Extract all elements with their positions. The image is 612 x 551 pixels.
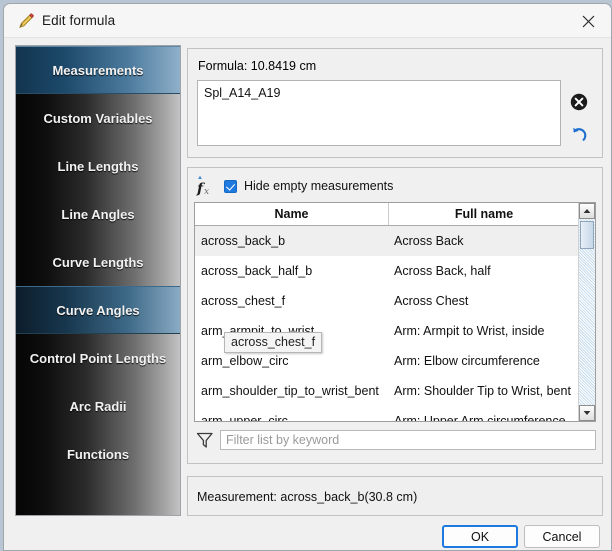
measurements-panel: f x Hide empty measurements Name Full na… (187, 167, 603, 464)
cell-name: across_back_b (201, 234, 286, 248)
fx-function-icon: f x (194, 174, 220, 198)
sidebar-item-line-lengths[interactable]: Line Lengths (16, 142, 180, 190)
table-scrollbar[interactable] (578, 203, 595, 421)
table-header: Name Full name (195, 203, 595, 226)
table-body: across_back_b Across Back across_back_ha… (195, 226, 580, 422)
cell-name: arm_shoulder_tip_to_wrist_bent (201, 384, 379, 398)
close-icon[interactable] (571, 8, 605, 34)
status-text: Measurement: across_back_b(30.8 cm) (197, 490, 418, 504)
sidebar-item-label: Arc Radii (69, 398, 127, 414)
scroll-down-arrow-icon[interactable] (579, 405, 595, 421)
clear-circle-icon[interactable] (569, 92, 589, 112)
title-bar[interactable]: Edit formula (4, 4, 611, 38)
sidebar-item-label: Control Point Lengths (29, 350, 167, 366)
funnel-filter-icon[interactable] (195, 431, 215, 449)
sidebar-item-arc-radii[interactable]: Arc Radii (16, 382, 180, 430)
sidebar-item-curve-lengths[interactable]: Curve Lengths (16, 238, 180, 286)
table-row[interactable]: arm_shoulder_tip_to_wrist_bent Arm: Shou… (195, 376, 580, 406)
tooltip: across_chest_f (224, 332, 323, 353)
sidebar-item-control-point-lengths[interactable]: Control Point Lengths (16, 334, 180, 382)
sidebar-item-label: Line Lengths (57, 158, 139, 174)
sidebar-item-label: Custom Variables (43, 110, 153, 126)
table-row[interactable]: arm_upper_circ Arm: Upper Arm circumfere… (195, 406, 580, 422)
sidebar-item-label: Curve Lengths (52, 254, 144, 270)
hide-empty-measurements-label: Hide empty measurements (244, 179, 394, 193)
formula-input[interactable]: Spl_A14_A19 (197, 80, 561, 146)
formula-result-label: Formula: 10.8419 cm (198, 59, 317, 73)
cell-full-name: Across Back (394, 234, 464, 248)
checkbox-check-icon (224, 179, 237, 193)
cell-name: across_chest_f (201, 294, 286, 308)
filter-input[interactable] (220, 430, 596, 450)
sidebar-item-label: Functions (66, 446, 130, 462)
window-title: Edit formula (42, 13, 116, 28)
status-panel: Measurement: across_back_b(30.8 cm) (187, 476, 603, 516)
scroll-up-arrow-icon[interactable] (579, 203, 595, 219)
cell-full-name: Arm: Elbow circumference (394, 354, 540, 368)
sidebar-item-line-angles[interactable]: Line Angles (16, 190, 180, 238)
cell-full-name: Across Back, half (394, 264, 491, 278)
sidebar-item-custom-variables[interactable]: Custom Variables (16, 94, 180, 142)
sidebar-item-label: Curve Angles (56, 302, 140, 318)
formula-panel: Formula: 10.8419 cm Spl_A14_A19 (187, 48, 603, 158)
cell-full-name: Arm: Armpit to Wrist, inside (394, 324, 545, 338)
cell-name: arm_upper_circ (201, 414, 288, 422)
sidebar-item-label: Measurements (52, 62, 144, 78)
sidebar-item-curve-angles[interactable]: Curve Angles (16, 286, 180, 334)
hide-empty-measurements-checkbox[interactable]: Hide empty measurements (224, 179, 393, 193)
filter-row (194, 428, 596, 452)
sidebar-item-functions[interactable]: Functions (16, 430, 180, 478)
cell-name: arm_elbow_circ (201, 354, 289, 368)
table-row[interactable]: across_back_b Across Back (195, 226, 580, 256)
cell-full-name: Across Chest (394, 294, 469, 308)
cell-full-name: Arm: Shoulder Tip to Wrist, bent (394, 384, 571, 398)
category-sidebar: Measurements Custom Variables Line Lengt… (15, 45, 181, 516)
column-header-full-name[interactable]: Full name (389, 203, 579, 225)
table-row[interactable]: across_chest_f Across Chest (195, 286, 580, 316)
edit-formula-dialog: Edit formula Measurements Custom Variabl… (3, 3, 612, 551)
cancel-button[interactable]: Cancel (524, 525, 600, 548)
column-header-name[interactable]: Name (195, 203, 389, 225)
measurements-table: Name Full name across_back_b Across Back… (194, 202, 596, 422)
table-row[interactable]: across_back_half_b Across Back, half (195, 256, 580, 286)
pencil-icon (17, 12, 35, 30)
svg-text:x: x (204, 187, 209, 197)
scrollbar-thumb[interactable] (580, 221, 594, 249)
sidebar-item-label: Line Angles (61, 206, 135, 222)
undo-arrow-icon[interactable] (569, 125, 589, 145)
cell-full-name: Arm: Upper Arm circumference (394, 414, 566, 422)
sidebar-item-measurements[interactable]: Measurements (16, 46, 180, 94)
cell-name: across_back_half_b (201, 264, 313, 278)
ok-button[interactable]: OK (442, 525, 518, 548)
